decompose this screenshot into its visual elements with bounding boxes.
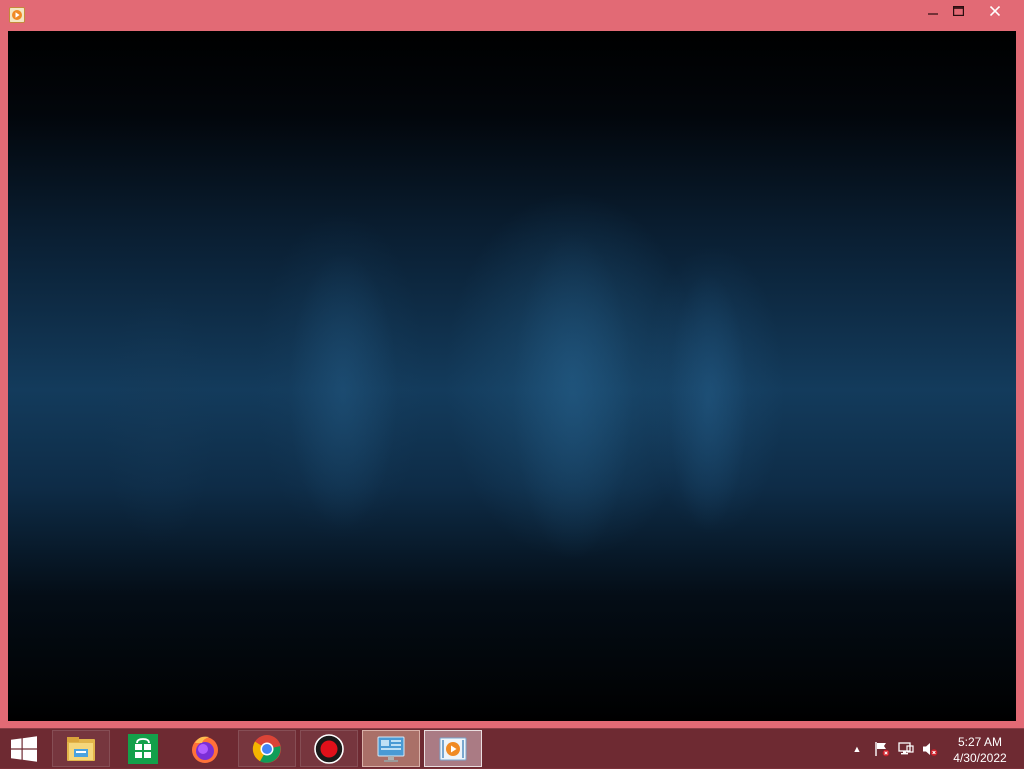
taskbar-control-panel[interactable]	[362, 730, 420, 767]
taskbar: ▲ 5:27 AM 4/30/2022	[0, 728, 1024, 768]
clock-time: 5:27 AM	[957, 735, 1003, 749]
video-light-streak	[513, 231, 633, 561]
taskbar-firefox[interactable]	[176, 730, 234, 767]
close-button[interactable]	[972, 0, 1017, 22]
close-icon	[989, 6, 1000, 16]
video-light-streak	[668, 271, 748, 531]
taskbar-file-explorer[interactable]	[52, 730, 110, 767]
network-tray-button[interactable]	[898, 741, 914, 757]
minimize-icon	[927, 13, 938, 15]
control-panel-icon	[377, 736, 405, 762]
video-light-streak	[288, 251, 398, 531]
action-center-flag-icon	[875, 742, 890, 757]
record-icon	[314, 733, 344, 764]
title-bar[interactable]	[0, 0, 1024, 30]
taskbar-store[interactable]	[114, 730, 172, 767]
start-button[interactable]	[0, 729, 48, 769]
minimize-button[interactable]	[920, 0, 945, 22]
video-display[interactable]	[8, 31, 1016, 721]
volume-tray-button[interactable]	[922, 741, 938, 757]
media-player-window	[0, 0, 1024, 728]
chevron-up-icon: ▲	[852, 744, 862, 754]
media-player-icon	[439, 737, 467, 760]
firefox-icon	[192, 736, 218, 763]
windows-logo-icon	[11, 736, 37, 762]
maximize-button[interactable]	[946, 0, 971, 22]
network-icon	[898, 742, 914, 755]
taskbar-chrome[interactable]	[238, 730, 296, 767]
file-explorer-icon	[67, 736, 95, 761]
show-hidden-icons-button[interactable]: ▲	[849, 741, 865, 757]
taskbar-media-player[interactable]	[424, 730, 482, 767]
maximize-icon	[953, 6, 964, 16]
media-player-app-icon[interactable]	[9, 7, 25, 23]
clock-date: 4/30/2022	[953, 751, 1007, 765]
taskbar-screen-recorder[interactable]	[300, 730, 358, 767]
action-center-tray-button[interactable]	[874, 741, 890, 757]
system-clock[interactable]: 5:27 AM 4/30/2022	[946, 734, 1014, 766]
chrome-icon	[252, 734, 281, 763]
volume-muted-icon	[923, 743, 938, 756]
store-icon	[128, 733, 158, 764]
